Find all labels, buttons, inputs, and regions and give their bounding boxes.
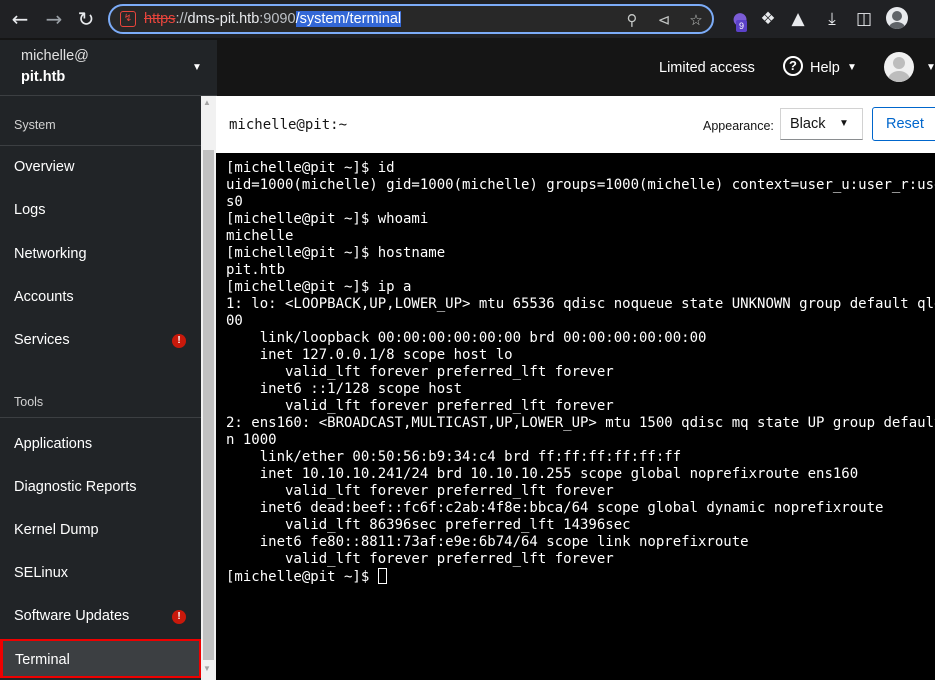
sidebar-item-services[interactable]: Services ! [0,319,201,362]
sidebar-item-logs[interactable]: Logs [0,189,201,232]
terminal-line: valid_lft forever preferred_lft forever [226,398,614,414]
search-icon[interactable]: ⚲ [622,10,642,30]
terminal-page: michelle@pit:~ Appearance: Black ▼ Reset… [216,96,935,680]
download-icon[interactable]: ⤓ [820,7,844,31]
terminal-line: valid_lft forever preferred_lft forever [226,483,614,499]
extension-badge: 9 [736,20,748,32]
help-icon[interactable]: ? [783,56,803,76]
terminal-line: 2: ens160: <BROADCAST,MULTICAST,UP,LOWER… [226,415,935,431]
labs-flask-icon[interactable]: ▲ [786,7,810,31]
url-path: /system/terminal [295,11,402,27]
terminal-output: [michelle@pit ~]$ id uid=1000(michelle) g… [226,160,935,585]
terminal-line: inet6 fe80::8811:73af:e9e:6b74/64 scope … [226,534,749,550]
terminal-line: s0 [226,194,243,210]
extensions-puzzle-icon[interactable]: ❖ [756,7,780,31]
sidebar-item-label: Software Updates [14,608,130,624]
appearance-label: Appearance: [703,119,774,133]
sidebar: System Overview Logs Networking Accounts… [0,96,201,680]
terminal-line: inet6 dead:beef::fc6f:c2ab:4f8e:bbca/64 … [226,500,884,516]
terminal-line: pit.htb [226,262,286,278]
sidebar-item-label: Applications [14,436,93,452]
side-panel-icon[interactable]: ◫ [852,7,876,31]
sidebar-item-label: Diagnostic Reports [14,479,137,495]
terminal-line: valid_lft forever preferred_lft forever [226,364,614,380]
terminal-line: n 1000 [226,432,277,448]
terminal-title: michelle@pit:~ [229,117,348,133]
sidebar-item-terminal[interactable]: Terminal [0,639,201,678]
user-menu-chevron-icon[interactable]: ▼ [926,62,935,73]
terminal-line: [michelle@pit ~]$ ip a [226,279,412,295]
sidebar-item-accounts[interactable]: Accounts [0,276,201,319]
terminal-line: uid=1000(michelle) gid=1000(michelle) gr… [226,177,935,193]
help-button[interactable]: Help [810,60,840,76]
scroll-up-icon[interactable]: ▲ [203,98,211,107]
alert-icon: ! [172,334,186,348]
sidebar-item-applications[interactable]: Applications [0,423,201,466]
terminal-line: inet 10.10.10.241/24 brd 10.10.10.255 sc… [226,466,859,482]
address-bar[interactable]: ↯ https://dms-pit.htb:9090/system/termin… [108,4,714,34]
bookmark-star-icon[interactable]: ☆ [686,10,706,30]
sidebar-section-system: System [14,118,56,132]
terminal-line: link/ether 00:50:56:b9:34:c4 brd ff:ff:f… [226,449,682,465]
limited-access-button[interactable]: Limited access [659,60,755,76]
terminal-line: [michelle@pit ~]$ hostname [226,245,446,261]
host-user: michelle@ [21,48,89,64]
terminal-line: michelle [226,228,294,244]
terminal-line: link/loopback 00:00:00:00:00:00 brd 00:0… [226,330,707,346]
forward-icon[interactable]: → [42,7,66,31]
not-secure-icon[interactable]: ↯ [120,11,136,27]
reload-icon[interactable]: ↻ [74,7,98,31]
sidebar-item-label: Services [14,332,70,348]
sidebar-item-label: Networking [14,246,87,262]
sidebar-item-software-updates[interactable]: Software Updates ! [0,595,201,638]
terminal-prompt: [michelle@pit ~]$ [226,569,378,585]
sidebar-item-label: Logs [14,202,46,218]
sidebar-item-label: Overview [14,159,75,175]
terminal-line: valid_lft forever preferred_lft forever [226,551,614,567]
sidebar-item-kernel-dump[interactable]: Kernel Dump [0,509,201,552]
alert-icon: ! [172,610,186,624]
sidebar-item-label: SELinux [14,565,69,581]
sidebar-scrollbar-thumb[interactable] [203,150,214,660]
url-host: dms-pit.htb [187,11,260,27]
terminal-line: inet 127.0.0.1/8 scope host lo [226,347,513,363]
terminal-screen[interactable]: [michelle@pit ~]$ id uid=1000(michelle) g… [216,153,935,680]
url-text[interactable]: https://dms-pit.htb:9090/system/terminal [144,11,402,27]
divider [0,417,201,418]
url-scheme: https [144,11,176,27]
back-icon[interactable]: ← [8,7,32,31]
sidebar-item-label: Kernel Dump [14,522,99,538]
url-port: :9090 [259,11,296,27]
terminal-cursor [377,568,387,584]
chevron-down-icon: ▼ [839,118,849,129]
terminal-line: inet6 ::1/128 scope host [226,381,463,397]
sidebar-section-tools: Tools [14,395,44,409]
share-icon[interactable]: ⊲ [654,10,674,30]
sidebar-item-label: Accounts [14,289,74,305]
terminal-line: [michelle@pit ~]$ id [226,160,395,176]
sidebar-item-label: Terminal [15,652,70,668]
user-avatar[interactable] [884,52,914,82]
url-separator: :// [175,11,188,27]
scroll-down-icon[interactable]: ▼ [203,664,211,673]
browser-profile-icon[interactable] [886,7,908,29]
terminal-line: valid_lft 86396sec preferred_lft 14396se… [226,517,631,533]
reset-button[interactable]: Reset [872,107,935,141]
terminal-line: [michelle@pit ~]$ whoami [226,211,429,227]
terminal-prompt-line: [michelle@pit ~]$ [226,568,935,585]
sidebar-item-overview[interactable]: Overview [0,146,201,189]
terminal-line: 00 [226,313,243,329]
appearance-select[interactable]: Black ▼ [780,108,863,140]
host-chevron-down-icon[interactable]: ▼ [192,62,202,73]
sidebar-item-networking[interactable]: Networking [0,233,201,276]
appearance-value: Black [790,116,826,132]
terminal-line: 1: lo: <LOOPBACK,UP,LOWER_UP> mtu 65536 … [226,296,935,312]
sidebar-item-diagnostic-reports[interactable]: Diagnostic Reports [0,466,201,509]
help-chevron-down-icon[interactable]: ▼ [847,62,857,73]
sidebar-item-selinux[interactable]: SELinux [0,552,201,595]
browser-toolbar: ← → ↻ ↯ https://dms-pit.htb:9090/system/… [0,0,935,38]
host-switcher[interactable]: michelle@ pit.htb ▼ [0,40,217,96]
host-name: pit.htb [21,69,66,85]
